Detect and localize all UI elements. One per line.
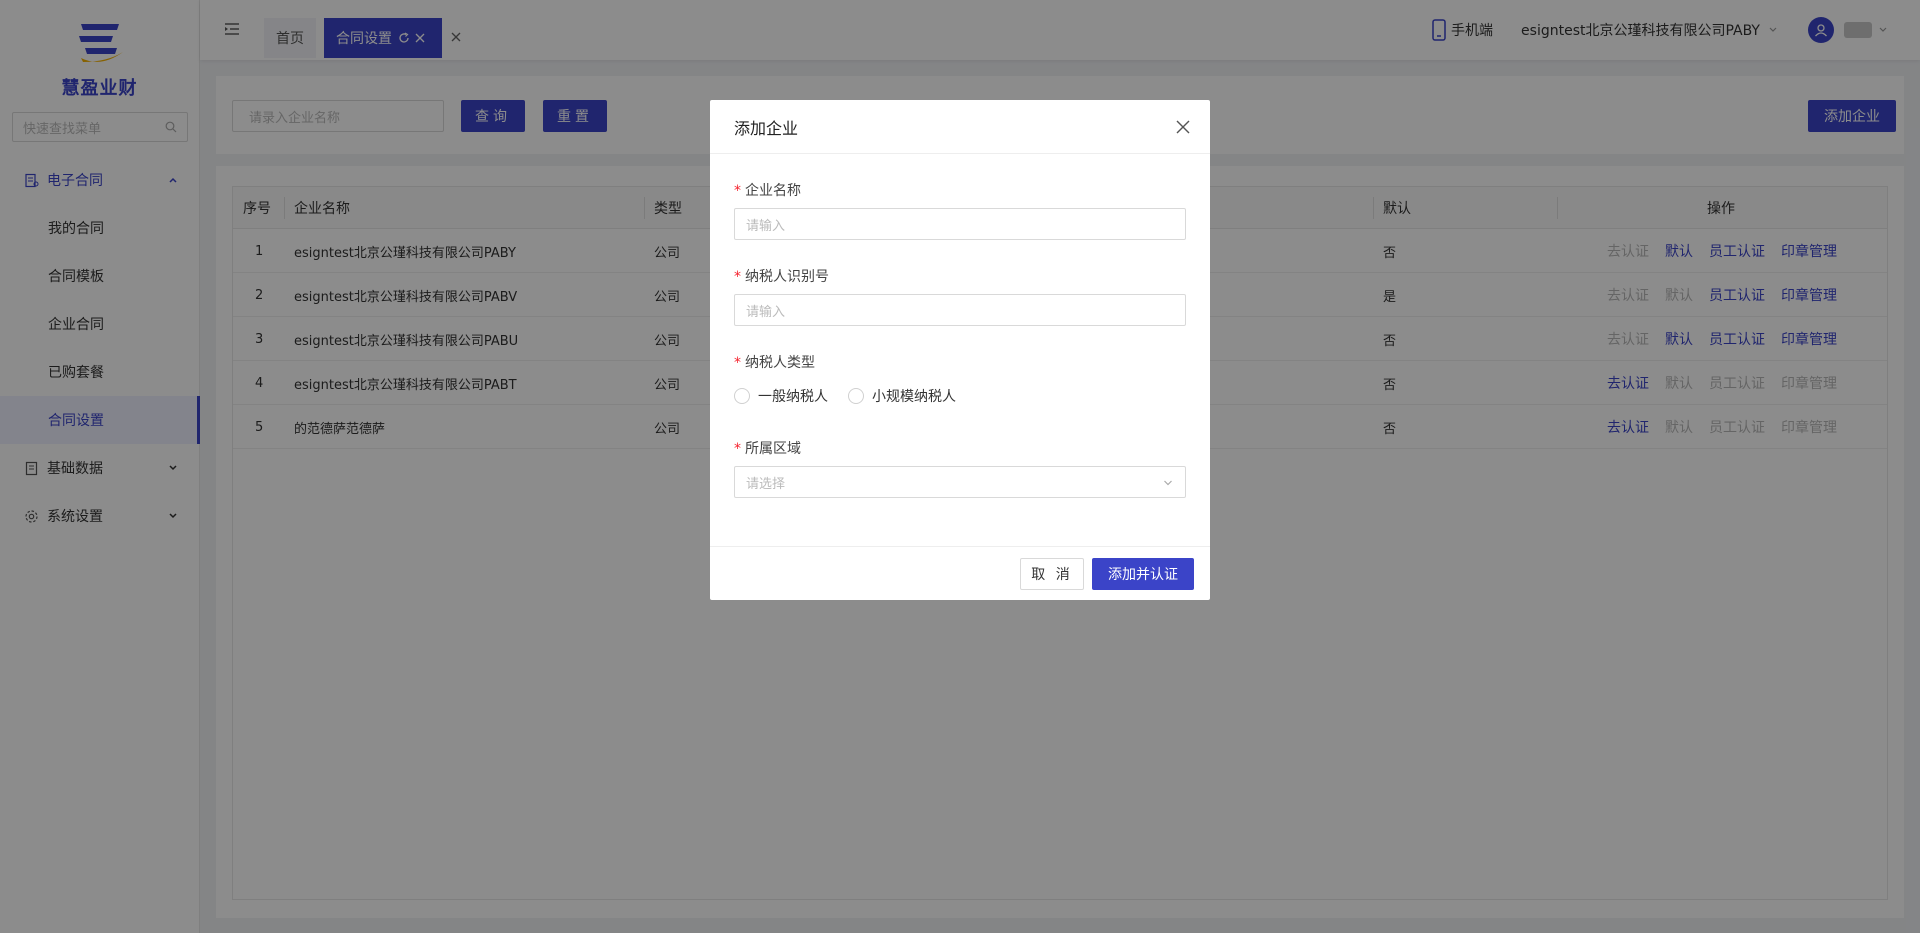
add-and-verify-button[interactable]: 添加并认证: [1092, 558, 1194, 590]
region-select[interactable]: 请选择: [734, 466, 1186, 498]
company-name-label: * 企业名称: [734, 183, 801, 199]
region-placeholder: 请选择: [746, 476, 786, 492]
cancel-button[interactable]: 取 消: [1020, 558, 1084, 590]
dialog-footer: 取 消 添加并认证: [710, 546, 1210, 600]
close-icon[interactable]: [1176, 120, 1190, 134]
region-label: * 所属区域: [734, 441, 801, 457]
dialog-title: 添加企业: [734, 118, 799, 138]
taxpayer-type-radios: 一般纳税人 小规模纳税人: [734, 386, 976, 406]
tax-id-label: * 纳税人识别号: [734, 269, 829, 285]
radio-general-taxpayer[interactable]: 一般纳税人: [734, 386, 828, 406]
radio-small-taxpayer[interactable]: 小规模纳税人: [848, 386, 956, 406]
taxpayer-type-label: * 纳税人类型: [734, 355, 815, 371]
tax-id-input[interactable]: 请输入: [734, 294, 1186, 326]
dialog-header: 添加企业: [710, 100, 1210, 154]
chevron-down-icon: [1164, 480, 1172, 486]
company-name-input[interactable]: 请输入: [734, 208, 1186, 240]
add-company-dialog: 添加企业 * 企业名称 请输入 * 纳税人识别号 请输入 * 纳税人类型 一般纳税人 …: [710, 100, 1210, 600]
